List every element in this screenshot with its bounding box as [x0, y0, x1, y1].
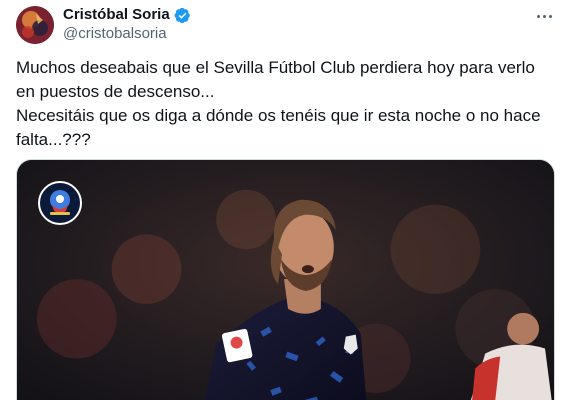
tweet-card[interactable]: Cristóbal Soria @cristobalsoria Muchos d…	[0, 0, 571, 400]
author-handle[interactable]: @cristobalsoria	[63, 25, 167, 43]
more-options-button[interactable]	[532, 6, 556, 26]
more-options-dot	[548, 14, 552, 18]
verified-badge-icon	[174, 7, 191, 24]
channel-logo-icon	[38, 181, 82, 225]
tweet-photo[interactable]	[16, 159, 555, 400]
more-options-icon	[536, 14, 540, 18]
author-avatar[interactable]	[16, 6, 54, 44]
author-display-name[interactable]: Cristóbal Soria	[63, 6, 170, 24]
more-options-dot	[542, 14, 546, 18]
tweet-text: Muchos deseabais que el Sevilla Fútbol C…	[16, 58, 541, 149]
